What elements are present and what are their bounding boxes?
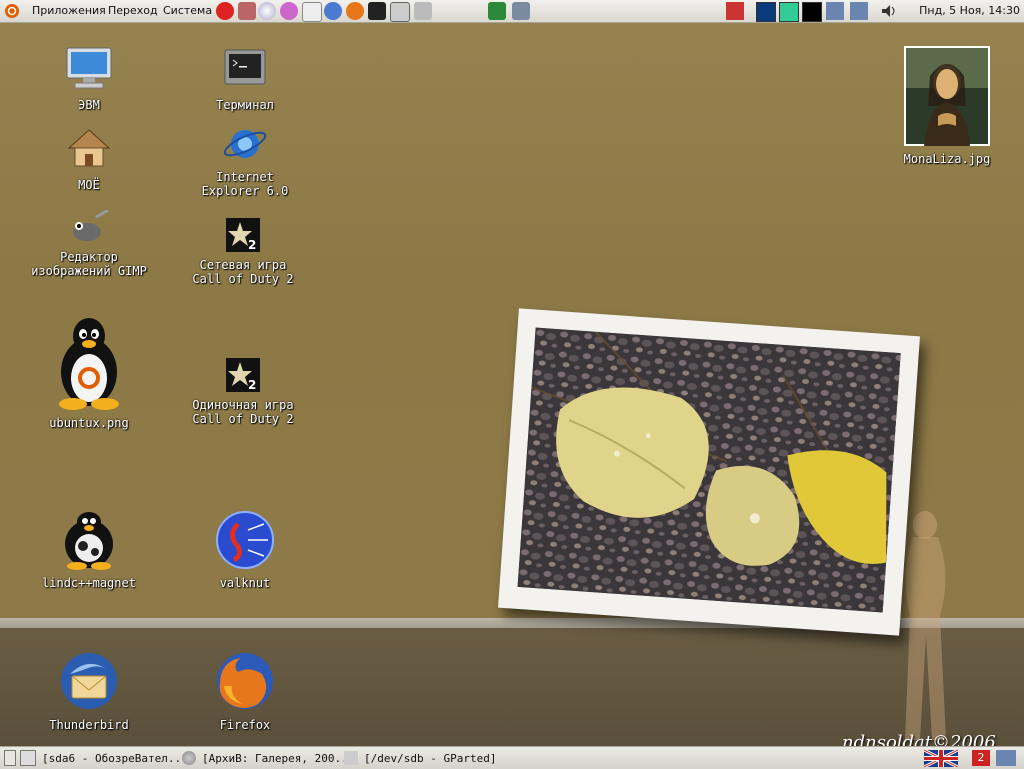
thunderbird-launcher-icon[interactable]: [324, 2, 342, 20]
workspace-indicator-icon[interactable]: 2: [972, 750, 990, 766]
uk-flag-keyboard-layout-icon[interactable]: [924, 750, 958, 767]
show-desktop-icon[interactable]: [4, 750, 16, 766]
call-of-duty-icon: 2: [226, 358, 260, 392]
desktop-icon-terminal[interactable]: Терминал: [180, 44, 310, 112]
icon-label: lindc++magnet: [42, 576, 136, 590]
icon-label: Терминал: [216, 98, 274, 112]
menu-places[interactable]: Переход: [108, 4, 158, 17]
pidgin-launcher-icon[interactable]: [280, 2, 298, 20]
desktop-icon-internet-explorer[interactable]: Internet Explorer 6.0: [180, 124, 310, 198]
top-panel: Приложения Переход Система Пнд, 5 Ноя, 1…: [0, 0, 1024, 23]
menu-system[interactable]: Система: [163, 4, 212, 17]
volume-icon[interactable]: [880, 2, 898, 20]
computer-icon: [66, 47, 112, 89]
computer-monitor-icon[interactable]: [512, 2, 530, 20]
calculator-launcher-icon[interactable]: [390, 2, 410, 22]
icon-label: ubuntux.png: [49, 416, 129, 430]
linuxdcpp-icon: [65, 512, 113, 570]
icon-label: Firefox: [219, 718, 271, 732]
wallpaper-photo-leaves: [517, 327, 901, 613]
taskbar-item-gallery[interactable]: [АрхиВ: Галерея, 200...: [182, 749, 354, 767]
workspace-2-icon[interactable]: [779, 2, 799, 22]
icon-label: Одиночная игра Call of Duty 2: [192, 398, 294, 426]
desktop-icon-lindc-magnet[interactable]: lindc++magnet: [24, 510, 154, 590]
ubuntu-logo-icon[interactable]: [4, 3, 20, 19]
window-icon: [20, 750, 36, 766]
icon-label: MonaLiza.jpg: [903, 152, 991, 166]
logout-icon[interactable]: [726, 2, 744, 20]
taskbar-item-file-browser[interactable]: [sda6 - ОбозреВател...: [20, 749, 188, 767]
network-icon-2[interactable]: [850, 2, 868, 20]
home-folder-icon: [67, 129, 111, 167]
leaves-photo-image: [517, 327, 901, 613]
network-icon-1[interactable]: [826, 2, 844, 20]
gparted-icon: [344, 751, 358, 765]
clock[interactable]: Пнд, 5 Ноя, 14:30: [919, 4, 1020, 17]
opera-launcher-icon[interactable]: [216, 2, 234, 20]
firefox-launcher-icon[interactable]: [346, 2, 364, 20]
icon-label: valknut: [219, 576, 271, 590]
terminal-icon: [224, 49, 266, 85]
icon-label: Internet Explorer 6.0: [201, 170, 289, 198]
desktop-icon-monaliza[interactable]: MonaLiza.jpg: [882, 46, 1012, 166]
svg-text:2: 2: [248, 238, 256, 252]
icon-label: МОЁ: [78, 178, 100, 192]
thunderbird-icon: [61, 653, 117, 709]
text-editor-launcher-icon[interactable]: [302, 2, 322, 22]
gimp-icon: [73, 209, 109, 241]
desktop-icon-firefox[interactable]: Firefox: [180, 650, 310, 732]
icon-label: Сетевая игра Call of Duty 2: [192, 258, 294, 286]
desktop-icon-cod2-multiplayer[interactable]: 2 Сетевая игра Call of Duty 2: [178, 218, 308, 286]
firefox-icon: [217, 653, 273, 709]
taskbar-item-label: [sda6 - ОбозреВател...: [42, 751, 188, 765]
taskbar-item-label: [АрхиВ: Галерея, 200...: [202, 751, 355, 765]
svg-text:2: 2: [248, 378, 256, 392]
photo-frame: [498, 308, 920, 636]
monaliza-thumbnail: [904, 46, 990, 146]
desktop-icon-valknut[interactable]: valknut: [180, 510, 310, 590]
network-monitor-icon[interactable]: [488, 2, 506, 20]
app-launcher-icon[interactable]: [238, 2, 256, 20]
valknut-icon: [216, 511, 274, 569]
desktop-icon-computer[interactable]: ЭВМ: [24, 44, 154, 112]
desktop-icon-home[interactable]: МОЁ: [24, 124, 154, 192]
call-of-duty-icon: 2: [226, 218, 260, 252]
eraser-launcher-icon[interactable]: [414, 2, 432, 20]
icon-label: Редактор изображений GIMP: [31, 250, 147, 278]
taskbar-item-label: [/dev/sdb - GParted]: [364, 751, 497, 765]
bottom-panel: [sda6 - ОбозреВател... [АрхиВ: Галерея, …: [0, 746, 1024, 769]
icon-label: Thunderbird: [49, 718, 129, 732]
network-status-icon[interactable]: [996, 750, 1016, 766]
menu-applications[interactable]: Приложения: [32, 4, 106, 17]
terminal-launcher-icon[interactable]: [368, 2, 386, 20]
desktop-icon-gimp[interactable]: Редактор изображений GIMP: [24, 209, 154, 278]
desktop-icon-ubuntux[interactable]: ubuntux.png: [24, 316, 154, 430]
desktop-icon-thunderbird[interactable]: Thunderbird: [24, 650, 154, 732]
workspace-1-icon[interactable]: [756, 2, 776, 22]
cd-launcher-icon[interactable]: [258, 2, 276, 20]
tux-penguin-icon: [59, 318, 119, 410]
archive-icon: [182, 751, 196, 765]
taskbar-item-gparted[interactable]: [/dev/sdb - GParted]: [344, 749, 496, 767]
icon-label: ЭВМ: [78, 98, 100, 112]
desktop-icon-cod2-singleplayer[interactable]: 2 Одиночная игра Call of Duty 2: [178, 358, 308, 426]
internet-explorer-icon: [223, 130, 267, 158]
workspace-3-icon[interactable]: [802, 2, 822, 22]
